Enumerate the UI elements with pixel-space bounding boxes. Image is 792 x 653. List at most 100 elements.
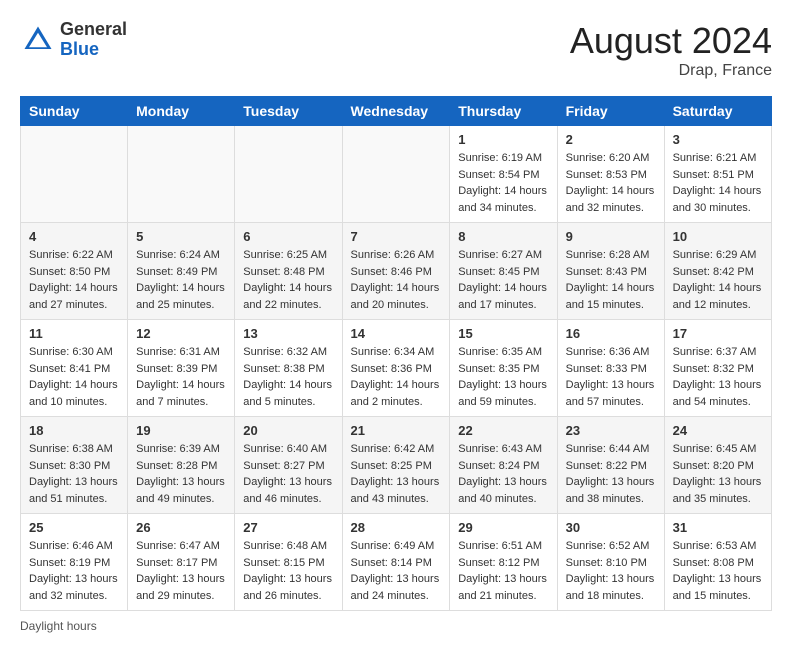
day-number: 7 — [351, 229, 442, 244]
calendar-day-cell: 12 Sunrise: 6:31 AMSunset: 8:39 PMDayligh… — [128, 320, 235, 417]
day-number: 27 — [243, 520, 333, 535]
calendar-day-cell: 25Sunrise: 6:46 AMSunset: 8:19 PMDayligh… — [21, 514, 128, 611]
calendar-day-cell: 2 Sunrise: 6:20 AMSunset: 8:53 PMDaylight… — [557, 126, 664, 223]
calendar-day-cell: 22 Sunrise: 6:43 AMSunset: 8:24 PMDayligh… — [450, 417, 557, 514]
calendar-day-cell: 17Sunrise: 6:37 AMSunset: 8:32 PMDayligh… — [664, 320, 771, 417]
day-number: 14 — [351, 326, 442, 341]
day-info: Sunrise: 6:47 AMSunset: 8:17 PMDaylight:… — [136, 538, 226, 604]
page-header: General Blue August 2024 Drap, France — [20, 20, 772, 80]
day-number: 26 — [136, 520, 226, 535]
calendar-day-cell: 1 Sunrise: 6:19 AMSunset: 8:54 PMDaylight… — [450, 126, 557, 223]
day-of-week-header: Friday — [557, 97, 664, 126]
day-number: 20 — [243, 423, 333, 438]
logo-text: General Blue — [60, 20, 127, 60]
day-number: 21 — [351, 423, 442, 438]
day-info: Sunrise: 6:42 AMSunset: 8:25 PMDaylight:… — [351, 441, 442, 507]
calendar-day-cell: 27 Sunrise: 6:48 AMSunset: 8:15 PMDayligh… — [235, 514, 342, 611]
day-number: 19 — [136, 423, 226, 438]
calendar-day-cell: 15Sunrise: 6:35 AMSunset: 8:35 PMDayligh… — [450, 320, 557, 417]
day-info: Sunrise: 6:52 AMSunset: 8:10 PMDaylight:… — [566, 538, 656, 604]
day-number: 11 — [29, 326, 119, 341]
day-info: Sunrise: 6:20 AMSunset: 8:53 PMDaylight:… — [566, 150, 656, 216]
calendar-day-cell — [128, 126, 235, 223]
calendar-day-cell: 7 Sunrise: 6:26 AMSunset: 8:46 PMDaylight… — [342, 223, 450, 320]
calendar-day-cell: 28Sunrise: 6:49 AMSunset: 8:14 PMDayligh… — [342, 514, 450, 611]
day-info: Sunrise: 6:43 AMSunset: 8:24 PMDaylight:… — [458, 441, 548, 507]
day-info: Sunrise: 6:30 AMSunset: 8:41 PMDaylight:… — [29, 344, 119, 410]
footer-note: Daylight hours — [20, 619, 772, 633]
day-info: Sunrise: 6:48 AMSunset: 8:15 PMDaylight:… — [243, 538, 333, 604]
calendar-day-cell: 13Sunrise: 6:32 AMSunset: 8:38 PMDayligh… — [235, 320, 342, 417]
day-number: 23 — [566, 423, 656, 438]
day-info: Sunrise: 6:36 AMSunset: 8:33 PMDaylight:… — [566, 344, 656, 410]
calendar-day-cell — [235, 126, 342, 223]
days-of-week-row: SundayMondayTuesdayWednesdayThursdayFrid… — [21, 97, 772, 126]
day-of-week-header: Sunday — [21, 97, 128, 126]
logo: General Blue — [20, 20, 127, 60]
day-info: Sunrise: 6:29 AMSunset: 8:42 PMDaylight:… — [673, 247, 763, 313]
day-number: 2 — [566, 132, 656, 147]
day-number: 28 — [351, 520, 442, 535]
day-number: 31 — [673, 520, 763, 535]
day-info: Sunrise: 6:39 AMSunset: 8:28 PMDaylight:… — [136, 441, 226, 507]
calendar-day-cell — [342, 126, 450, 223]
day-info: Sunrise: 6:25 AMSunset: 8:48 PMDaylight:… — [243, 247, 333, 313]
day-info: Sunrise: 6:27 AMSunset: 8:45 PMDaylight:… — [458, 247, 548, 313]
day-number: 13 — [243, 326, 333, 341]
day-number: 10 — [673, 229, 763, 244]
calendar-day-cell: 10 Sunrise: 6:29 AMSunset: 8:42 PMDayligh… — [664, 223, 771, 320]
day-number: 6 — [243, 229, 333, 244]
calendar-day-cell: 5Sunrise: 6:24 AMSunset: 8:49 PMDaylight… — [128, 223, 235, 320]
calendar-table: SundayMondayTuesdayWednesdayThursdayFrid… — [20, 96, 772, 611]
calendar-week-row: 4Sunrise: 6:22 AMSunset: 8:50 PMDaylight… — [21, 223, 772, 320]
calendar-day-cell: 24Sunrise: 6:45 AMSunset: 8:20 PMDayligh… — [664, 417, 771, 514]
day-number: 3 — [673, 132, 763, 147]
calendar-body: 1 Sunrise: 6:19 AMSunset: 8:54 PMDaylight… — [21, 126, 772, 611]
calendar-day-cell: 11 Sunrise: 6:30 AMSunset: 8:41 PMDayligh… — [21, 320, 128, 417]
calendar-day-cell: 19 Sunrise: 6:39 AMSunset: 8:28 PMDayligh… — [128, 417, 235, 514]
day-info: Sunrise: 6:44 AMSunset: 8:22 PMDaylight:… — [566, 441, 656, 507]
day-number: 30 — [566, 520, 656, 535]
calendar-header: SundayMondayTuesdayWednesdayThursdayFrid… — [21, 97, 772, 126]
day-number: 17 — [673, 326, 763, 341]
day-of-week-header: Tuesday — [235, 97, 342, 126]
day-number: 5 — [136, 229, 226, 244]
day-info: Sunrise: 6:31 AMSunset: 8:39 PMDaylight:… — [136, 344, 226, 410]
day-of-week-header: Monday — [128, 97, 235, 126]
day-info: Sunrise: 6:26 AMSunset: 8:46 PMDaylight:… — [351, 247, 442, 313]
title-block: August 2024 Drap, France — [570, 20, 772, 80]
calendar-day-cell: 9 Sunrise: 6:28 AMSunset: 8:43 PMDaylight… — [557, 223, 664, 320]
day-info: Sunrise: 6:22 AMSunset: 8:50 PMDaylight:… — [29, 247, 119, 313]
calendar-week-row: 1 Sunrise: 6:19 AMSunset: 8:54 PMDaylight… — [21, 126, 772, 223]
calendar-day-cell: 26 Sunrise: 6:47 AMSunset: 8:17 PMDayligh… — [128, 514, 235, 611]
day-number: 1 — [458, 132, 548, 147]
day-number: 15 — [458, 326, 548, 341]
day-number: 18 — [29, 423, 119, 438]
day-info: Sunrise: 6:38 AMSunset: 8:30 PMDaylight:… — [29, 441, 119, 507]
logo-general-text: General — [60, 20, 127, 40]
calendar-day-cell: 3Sunrise: 6:21 AMSunset: 8:51 PMDaylight… — [664, 126, 771, 223]
calendar-day-cell: 29Sunrise: 6:51 AMSunset: 8:12 PMDayligh… — [450, 514, 557, 611]
logo-blue-text: Blue — [60, 40, 127, 60]
calendar-week-row: 11 Sunrise: 6:30 AMSunset: 8:41 PMDayligh… — [21, 320, 772, 417]
day-of-week-header: Thursday — [450, 97, 557, 126]
day-of-week-header: Saturday — [664, 97, 771, 126]
day-number: 9 — [566, 229, 656, 244]
day-number: 24 — [673, 423, 763, 438]
calendar-day-cell — [21, 126, 128, 223]
calendar-day-cell: 31Sunrise: 6:53 AMSunset: 8:08 PMDayligh… — [664, 514, 771, 611]
day-info: Sunrise: 6:40 AMSunset: 8:27 PMDaylight:… — [243, 441, 333, 507]
day-number: 8 — [458, 229, 548, 244]
day-number: 22 — [458, 423, 548, 438]
calendar-week-row: 18 Sunrise: 6:38 AMSunset: 8:30 PMDayligh… — [21, 417, 772, 514]
day-number: 16 — [566, 326, 656, 341]
calendar-week-row: 25Sunrise: 6:46 AMSunset: 8:19 PMDayligh… — [21, 514, 772, 611]
calendar-day-cell: 6 Sunrise: 6:25 AMSunset: 8:48 PMDaylight… — [235, 223, 342, 320]
day-info: Sunrise: 6:19 AMSunset: 8:54 PMDaylight:… — [458, 150, 548, 216]
day-number: 12 — [136, 326, 226, 341]
day-info: Sunrise: 6:28 AMSunset: 8:43 PMDaylight:… — [566, 247, 656, 313]
location: Drap, France — [570, 62, 772, 80]
calendar-day-cell: 18 Sunrise: 6:38 AMSunset: 8:30 PMDayligh… — [21, 417, 128, 514]
logo-icon — [20, 22, 56, 58]
calendar-day-cell: 30 Sunrise: 6:52 AMSunset: 8:10 PMDayligh… — [557, 514, 664, 611]
